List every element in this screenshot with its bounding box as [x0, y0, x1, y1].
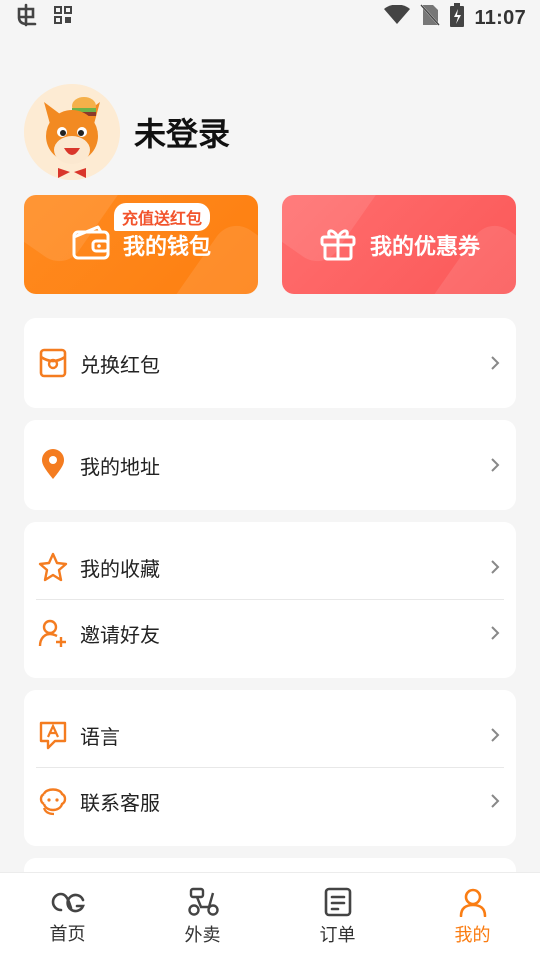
- bottom-navigation: 首页 外卖 订单 我的: [0, 872, 540, 960]
- status-left: [14, 3, 72, 33]
- menu-item-favorites[interactable]: 我的收藏: [24, 534, 516, 600]
- qr-grid-icon: [54, 6, 72, 30]
- menu-item-language[interactable]: 语言: [24, 702, 516, 768]
- status-time: 11:07: [474, 6, 526, 29]
- tab-orders[interactable]: 订单: [270, 873, 405, 960]
- profile-header[interactable]: 未登录: [24, 84, 230, 180]
- tab-takeaway[interactable]: 外卖: [135, 873, 270, 960]
- menu-group-redeem: 兑换红包: [24, 318, 516, 408]
- menu-label: 语言: [80, 724, 120, 749]
- tab-label: 订单: [319, 924, 356, 946]
- tab-label: 外卖: [184, 924, 221, 946]
- chevron-right-icon: [491, 458, 500, 472]
- menu-item-invite-friends[interactable]: 邀请好友: [24, 600, 516, 666]
- order-list-icon: [324, 887, 351, 916]
- profile-icon: [459, 888, 486, 917]
- chevron-right-icon: [491, 794, 500, 808]
- battery-charging-icon: [450, 3, 465, 33]
- tab-profile[interactable]: 我的: [405, 873, 540, 960]
- tab-label: 我的: [454, 924, 491, 946]
- customer-service-icon: [38, 786, 68, 816]
- menu-item-my-address[interactable]: 我的地址: [24, 420, 516, 510]
- menu-label: 邀请好友: [80, 622, 160, 647]
- tab-home[interactable]: 首页: [0, 873, 135, 960]
- chevron-right-icon: [491, 728, 500, 742]
- chevron-right-icon: [491, 356, 500, 370]
- recharge-promo-badge: 充值送红包: [114, 203, 211, 231]
- location-pin-icon: [38, 449, 68, 480]
- menu-label: 我的地址: [80, 454, 160, 479]
- menu-label: 我的收藏: [80, 556, 160, 581]
- menu-label: 兑换红包: [80, 352, 160, 377]
- coupon-label: 我的优惠券: [369, 234, 480, 260]
- avatar[interactable]: [24, 84, 120, 180]
- wallet-icon: [71, 223, 111, 267]
- menu-item-redeem-red-packet[interactable]: 兑换红包: [24, 318, 516, 408]
- chevron-right-icon: [491, 560, 500, 574]
- scooter-icon: [187, 887, 219, 916]
- add-user-icon: [38, 618, 68, 648]
- status-right: 11:07: [384, 3, 526, 33]
- horse-mascot-icon: [24, 84, 120, 180]
- red-packet-icon: [38, 348, 68, 378]
- wallet-label: 我的钱包: [122, 234, 211, 260]
- star-icon: [38, 552, 68, 582]
- my-wallet-button[interactable]: 充值送红包 我的钱包: [24, 195, 258, 294]
- chevron-right-icon: [491, 626, 500, 640]
- gift-icon: [318, 223, 358, 267]
- coupon-content: 我的优惠券: [318, 223, 480, 267]
- tab-label: 首页: [49, 923, 86, 945]
- menu-group-address: 我的地址: [24, 420, 516, 510]
- language-icon: [38, 720, 68, 750]
- no-sim-icon: [420, 4, 441, 32]
- app-logo-icon: [14, 3, 40, 33]
- menu-group-social: 我的收藏 邀请好友: [24, 522, 516, 678]
- menu-group-settings: 语言 联系客服: [24, 690, 516, 846]
- status-bar: 11:07: [0, 0, 540, 36]
- menu-item-contact-support[interactable]: 联系客服: [24, 768, 516, 834]
- wifi-icon: [384, 4, 411, 31]
- home-logo-icon: [51, 892, 85, 912]
- my-coupons-button[interactable]: 我的优惠券: [282, 195, 516, 294]
- login-status-label[interactable]: 未登录: [134, 109, 230, 155]
- menu-label: 联系客服: [80, 790, 160, 815]
